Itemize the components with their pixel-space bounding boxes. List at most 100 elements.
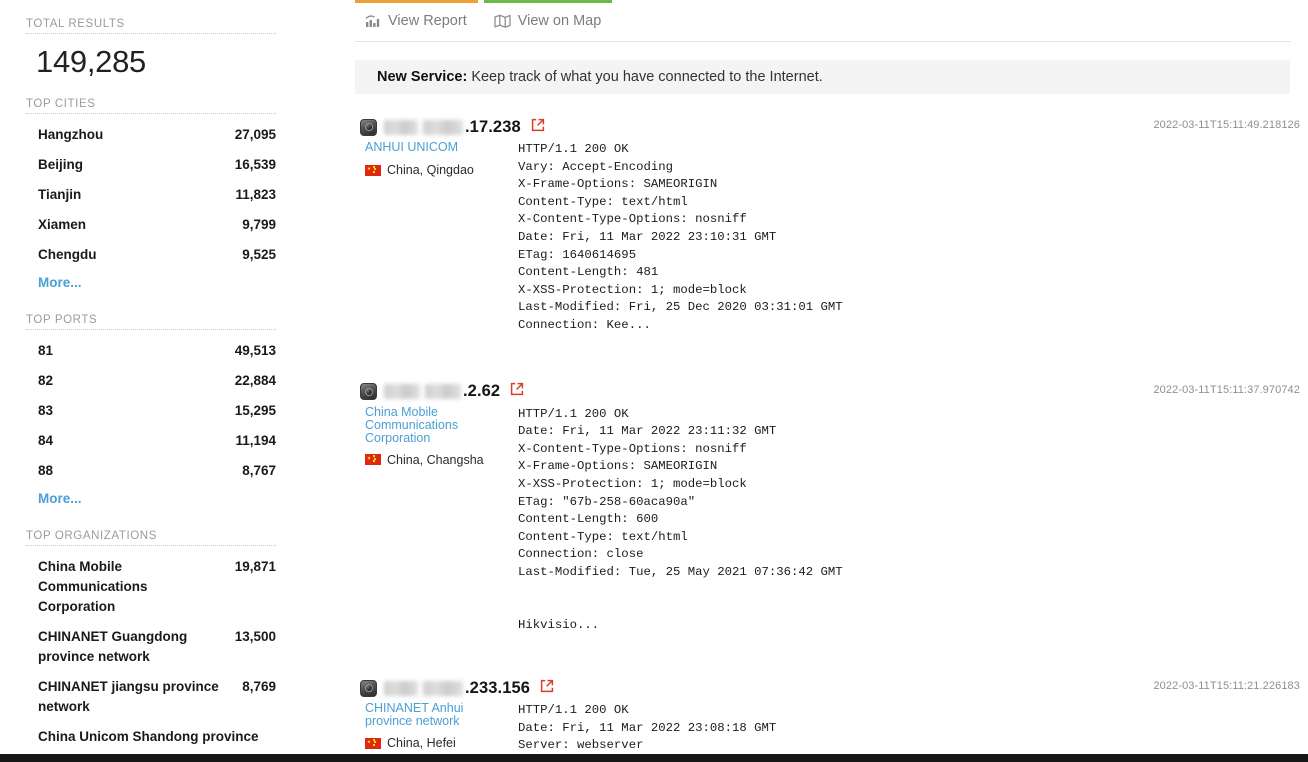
facet-count: 8,769 xyxy=(242,679,276,694)
top-ports-block: TOP PORTS 81 49,513 82 22,884 83 15,295 … xyxy=(26,314,276,508)
facet-count: 8,767 xyxy=(242,463,276,478)
tab-label: View Report xyxy=(388,13,467,29)
result-organization-link[interactable]: ANHUI UNICOM xyxy=(365,141,470,154)
facet-name: 83 xyxy=(38,403,54,418)
facet-row-city[interactable]: Hangzhou 27,095 xyxy=(26,120,276,150)
facet-name: 84 xyxy=(38,433,54,448)
webcam-icon xyxy=(360,383,377,401)
tab-view-report[interactable]: View Report xyxy=(355,0,478,39)
facet-name: Chengdu xyxy=(38,247,97,262)
result-timestamp: 2022-03-11T15:11:21.226183 xyxy=(1153,680,1300,693)
facet-row-port[interactable]: 82 22,884 xyxy=(26,366,276,396)
ip-address-visible[interactable]: .17.238 xyxy=(465,118,521,137)
facet-row-port[interactable]: 83 15,295 xyxy=(26,396,276,426)
facet-row-organization[interactable]: China Unicom Shandong province xyxy=(26,722,276,752)
result-timestamp: 2022-03-11T15:11:49.218126 xyxy=(1153,119,1300,131)
result-organization-link[interactable]: China Mobile Communications Corporation xyxy=(365,405,470,445)
result-location: China, Qingdao xyxy=(365,163,508,177)
result-location-label: China, Changsha xyxy=(387,452,484,467)
banner-bold-label: New Service: xyxy=(377,69,468,85)
facet-count: 13,500 xyxy=(234,629,276,644)
facet-row-port[interactable]: 88 8,767 xyxy=(26,456,276,486)
tab-view-on-map[interactable]: View on Map xyxy=(483,0,613,39)
result-location: China, Changsha xyxy=(365,453,508,467)
ip-address-visible[interactable]: .233.156 xyxy=(465,679,530,698)
top-cities-block: TOP CITIES Hangzhou 27,095 Beijing 16,53… xyxy=(26,98,276,292)
webcam-icon xyxy=(360,679,377,697)
result-banner-text: HTTP/1.1 200 OK Date: Fri, 11 Mar 2022 2… xyxy=(518,406,843,632)
top-organizations-block: TOP ORGANIZATIONS China Mobile Communica… xyxy=(26,530,276,752)
ip-address-visible[interactable]: .2.62 xyxy=(463,382,500,401)
facet-name: 88 xyxy=(38,463,54,478)
total-results-label: TOTAL RESULTS xyxy=(26,18,276,34)
top-ports-label: TOP PORTS xyxy=(26,314,276,330)
map-icon xyxy=(494,14,511,28)
result-body: China Mobile Communications Corporation … xyxy=(360,405,1308,635)
top-cities-label: TOP CITIES xyxy=(26,98,276,114)
result-location-label: China, Qingdao xyxy=(387,163,474,177)
facet-row-city[interactable]: Beijing 16,539 xyxy=(26,150,276,180)
ip-redacted-octet xyxy=(423,680,463,696)
facet-row-city[interactable]: Tianjin 11,823 xyxy=(26,180,276,210)
facet-count: 9,525 xyxy=(242,247,276,262)
total-results-block: TOTAL RESULTS 149,285 xyxy=(26,18,276,80)
ip-redacted-octet xyxy=(423,119,463,135)
facet-name: Tianjin xyxy=(38,187,82,202)
external-link-icon[interactable] xyxy=(531,118,545,137)
facet-count: 27,095 xyxy=(234,127,276,142)
external-link-icon[interactable] xyxy=(510,382,524,401)
banner-text: Keep track of what you have connected to… xyxy=(471,69,823,85)
view-tabs: View Report View on Map xyxy=(355,0,1291,42)
result-timestamp: 2022-03-11T15:11:37.970742 xyxy=(1153,383,1300,396)
result-location: China, Hefei xyxy=(365,736,508,750)
facet-name: 81 xyxy=(38,343,54,358)
facet-count: 49,513 xyxy=(234,343,276,358)
webcam-icon xyxy=(360,118,377,136)
result-location-label: China, Hefei xyxy=(387,736,456,751)
facet-row-organization[interactable]: CHINANET jiangsu province network 8,769 xyxy=(26,672,276,722)
ip-redacted-octet xyxy=(384,680,418,696)
facet-count: 11,823 xyxy=(235,187,276,202)
facet-row-organization[interactable]: CHINANET Guangdong province network 13,5… xyxy=(26,622,276,672)
china-flag-icon xyxy=(365,737,381,749)
shodan-search-results-page: TOTAL RESULTS 149,285 TOP CITIES Hangzho… xyxy=(0,0,1308,762)
result-meta: China Mobile Communications Corporation … xyxy=(360,405,508,635)
facet-name: Hangzhou xyxy=(38,127,104,142)
ip-redacted-octet xyxy=(384,119,418,135)
results-main-column: View Report View on Map New Service: Kee… xyxy=(355,0,1308,756)
total-results-value: 149,285 xyxy=(36,44,146,79)
facet-name: CHINANET jiangsu province network xyxy=(38,679,219,714)
facet-row-organization[interactable]: China Mobile Communications Corporation … xyxy=(26,552,276,622)
result-body: CHINANET Anhui province network China, H… xyxy=(360,702,1308,756)
browser-chrome-strip xyxy=(0,754,1308,762)
china-flag-icon xyxy=(365,164,381,176)
result-item: 2022-03-11T15:11:49.218126 .17.238 ANHUI… xyxy=(355,116,1308,335)
external-link-icon[interactable] xyxy=(540,679,554,698)
result-body: ANHUI UNICOM China, Qingdao HTTP/1.1 200… xyxy=(360,141,1308,335)
facet-name: CHINANET Guangdong province network xyxy=(38,629,188,664)
facet-count: 16,539 xyxy=(234,157,276,172)
new-service-banner[interactable]: New Service: Keep track of what you have… xyxy=(355,60,1290,94)
top-ports-more-link[interactable]: More... xyxy=(26,486,82,506)
facet-name: 82 xyxy=(38,373,54,388)
facet-name: Beijing xyxy=(38,157,84,172)
facet-name: China Unicom Shandong province xyxy=(38,729,259,744)
top-ports-list: 81 49,513 82 22,884 83 15,295 84 11,194 … xyxy=(26,336,276,508)
tab-label: View on Map xyxy=(517,13,602,29)
result-organization-link[interactable]: CHINANET Anhui province network xyxy=(365,702,470,728)
facet-row-city[interactable]: Xiamen 9,799 xyxy=(26,210,276,240)
result-item: 2022-03-11T15:11:37.970742 .2.62 China M… xyxy=(355,381,1308,635)
facet-count: 9,799 xyxy=(242,217,276,232)
facet-row-port[interactable]: 81 49,513 xyxy=(26,336,276,366)
top-cities-list: Hangzhou 27,095 Beijing 16,539 Tianjin 1… xyxy=(26,120,276,292)
ip-redacted-octet xyxy=(384,384,420,400)
facet-count: 11,194 xyxy=(235,433,276,448)
bar-chart-icon xyxy=(365,14,381,29)
top-cities-more-link[interactable]: More... xyxy=(26,270,82,290)
facet-row-port[interactable]: 84 11,194 xyxy=(26,426,276,456)
top-organizations-label: TOP ORGANIZATIONS xyxy=(26,530,276,546)
facet-count: 19,871 xyxy=(234,559,276,574)
facet-row-city[interactable]: Chengdu 9,525 xyxy=(26,240,276,270)
facet-count: 22,884 xyxy=(234,373,276,388)
result-banner-text: HTTP/1.1 200 OK Vary: Accept-Encoding X-… xyxy=(518,142,843,332)
